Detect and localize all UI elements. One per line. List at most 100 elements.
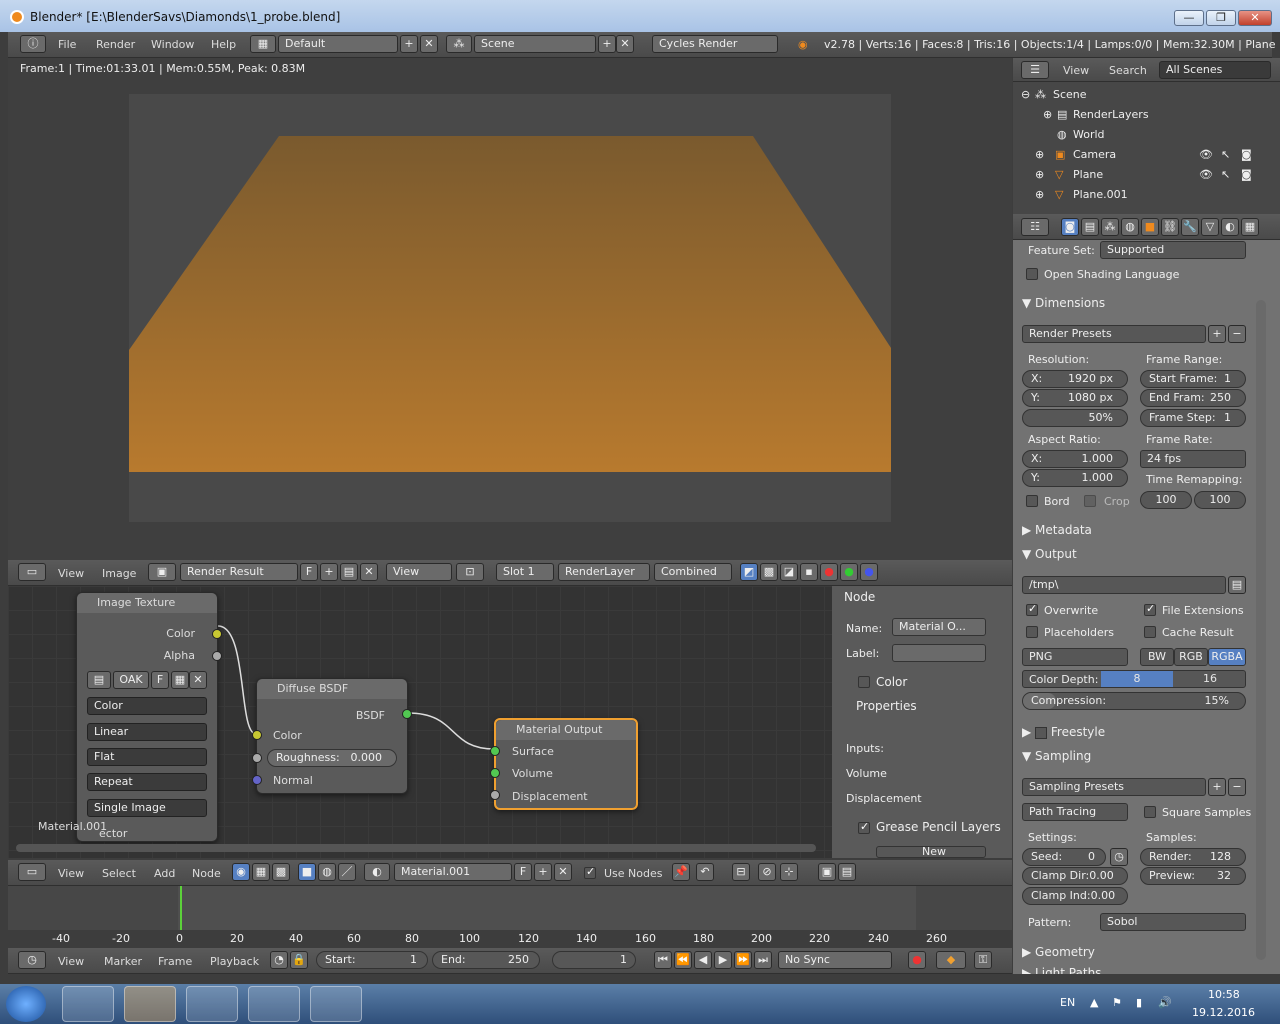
grid-snap-icon[interactable]: ⊹ [780, 863, 798, 881]
preview-range-icon[interactable]: ◔ [270, 951, 288, 969]
blender-taskbar-icon[interactable] [124, 986, 176, 1022]
menu-view[interactable]: View [58, 567, 84, 580]
record-icon[interactable]: ● [908, 951, 926, 969]
osl-checkbox[interactable] [1026, 268, 1038, 280]
action-center-icon[interactable]: ⚑ [1112, 996, 1122, 1009]
select-cursor-icon[interactable]: ↖ [1221, 148, 1230, 161]
clock-date[interactable]: 19.12.2016 [1192, 1006, 1255, 1019]
image-name-field[interactable]: OAK [113, 671, 149, 689]
seed-field[interactable]: Seed: 0 [1022, 848, 1106, 866]
add-sampling-preset-icon[interactable]: + [1208, 778, 1226, 796]
outliner-item-renderlayers[interactable]: RenderLayers [1073, 108, 1149, 121]
view-dropdown[interactable]: View [386, 563, 452, 581]
play-reverse-icon[interactable]: ◀ [694, 951, 712, 969]
jump-start-icon[interactable]: ⏮ [654, 951, 672, 969]
editor-type-properties-icon[interactable]: ☷ [1021, 218, 1049, 236]
jump-keyframe-back-icon[interactable]: ⏪ [674, 951, 692, 969]
close-button[interactable]: ✕ [1238, 10, 1272, 26]
sync-mode-dropdown[interactable]: No Sync [778, 951, 892, 969]
feature-set-dropdown[interactable]: Supported [1100, 241, 1246, 259]
outliner-item-plane001[interactable]: Plane.001 [1073, 188, 1128, 201]
editor-type-node-icon[interactable]: ▭ [18, 863, 46, 881]
menu-render[interactable]: Render [96, 38, 135, 51]
renderlayers-expand-icon[interactable]: ⊕ [1043, 108, 1052, 121]
timeline-menu-frame[interactable]: Frame [158, 955, 192, 968]
world-shader-icon[interactable]: ◍ [318, 863, 336, 881]
remove-layout-icon[interactable]: ✕ [420, 35, 438, 53]
chrome-taskbar-icon[interactable] [186, 986, 238, 1022]
compression-slider[interactable]: Compression: 15% [1022, 692, 1246, 710]
visibility-eye-icon[interactable]: 👁 [1199, 148, 1213, 161]
outliner-item-camera[interactable]: Camera [1073, 148, 1116, 161]
start-button[interactable] [6, 986, 46, 1022]
node-section-header[interactable]: Node [844, 590, 875, 604]
node-menu-view[interactable]: View [58, 867, 84, 880]
image-unlink-icon[interactable]: ✕ [189, 671, 207, 689]
time-remap-old-field[interactable]: 100 [1140, 491, 1192, 509]
render-result-field[interactable]: Render Result [180, 563, 298, 581]
current-frame-field[interactable]: 1 [552, 951, 636, 969]
animated-seed-icon[interactable]: ◷ [1110, 848, 1128, 866]
render-layers-tab-icon[interactable]: ▤ [1081, 218, 1099, 236]
blue-channel-icon[interactable]: ● [860, 563, 878, 581]
resolution-y-field[interactable]: Y: 1080 px [1022, 389, 1128, 407]
source-dropdown[interactable]: Single Image [87, 799, 207, 817]
aspect-y-field[interactable]: Y: 1.000 [1022, 469, 1128, 487]
visibility-eye-icon[interactable]: 👁 [1199, 168, 1213, 181]
node-menu-node[interactable]: Node [192, 867, 221, 880]
remove-sampling-preset-icon[interactable]: − [1228, 778, 1246, 796]
frame-step-field[interactable]: Frame Step: 1 [1140, 409, 1246, 427]
sampling-presets-dropdown[interactable]: Sampling Presets [1022, 778, 1206, 796]
material-browse-icon[interactable]: ◐ [364, 863, 390, 881]
grease-pencil-header[interactable]: Grease Pencil Layers [876, 820, 1001, 834]
use-nodes-checkbox[interactable] [584, 865, 596, 879]
output-panel-header[interactable]: ▼ Output [1022, 547, 1077, 561]
placeholders-checkbox[interactable] [1026, 626, 1038, 638]
plane-expand-icon[interactable]: ⊕ [1035, 168, 1044, 181]
object-shader-icon[interactable]: ■ [298, 863, 316, 881]
geometry-panel-header[interactable]: ▶ Geometry [1022, 945, 1095, 959]
linestyle-shader-icon[interactable]: ／ [338, 863, 356, 881]
draw-color-alpha-icon[interactable]: ◩ [740, 563, 758, 581]
editor-type-outliner-icon[interactable]: ☰ [1021, 61, 1049, 79]
roughness-field[interactable]: Roughness: 0.000 [267, 749, 397, 767]
start-frame-field[interactable]: Start: 1 [316, 951, 428, 969]
node-color-checkbox[interactable] [858, 676, 870, 688]
color-output-socket[interactable] [212, 629, 222, 639]
compositing-nodes-icon[interactable]: ▦ [252, 863, 270, 881]
sampling-panel-header[interactable]: ▼ Sampling [1022, 749, 1091, 763]
language-indicator[interactable]: EN [1060, 996, 1075, 1009]
color-space-dropdown[interactable]: Color [87, 697, 207, 715]
properties-scrollbar[interactable] [1256, 300, 1266, 960]
volume-icon[interactable]: 🔊 [1158, 996, 1172, 1009]
green-channel-icon[interactable]: ● [840, 563, 858, 581]
node-menu-select[interactable]: Select [102, 867, 136, 880]
timeline-menu-playback[interactable]: Playback [210, 955, 259, 968]
freestyle-panel-header[interactable]: ▶ Freestyle [1022, 725, 1105, 739]
grease-new-button[interactable]: New [876, 846, 986, 858]
extension-dropdown[interactable]: Repeat [87, 773, 207, 791]
image-browse-node-icon[interactable]: ▤ [87, 671, 111, 689]
projection-dropdown[interactable]: Flat [87, 748, 207, 766]
outliner-item-plane[interactable]: Plane [1073, 168, 1103, 181]
add-layout-icon[interactable]: + [400, 35, 418, 53]
draw-alpha-icon[interactable]: ▩ [760, 563, 778, 581]
new-image-icon[interactable]: + [320, 563, 338, 581]
network-icon[interactable]: ▮ [1136, 996, 1142, 1009]
explorer-taskbar-icon[interactable] [62, 986, 114, 1022]
slot-dropdown[interactable]: Slot 1 [496, 563, 554, 581]
interpolation-dropdown[interactable]: Linear [87, 723, 207, 741]
timeline-area[interactable]: -40 -20 0 20 40 60 80 100 120 140 160 18… [8, 886, 1012, 948]
file-extensions-checkbox[interactable] [1144, 602, 1156, 616]
pivot-icon[interactable]: ⊡ [456, 563, 484, 581]
pin-icon[interactable]: 📌 [672, 863, 690, 881]
metadata-panel-header[interactable]: ▶ Metadata [1022, 523, 1092, 537]
texture-nodes-icon[interactable]: ▩ [272, 863, 290, 881]
node-color-header[interactable]: Color [876, 675, 907, 689]
render-layer-dropdown[interactable]: RenderLayer [558, 563, 650, 581]
cache-result-checkbox[interactable] [1144, 626, 1156, 638]
render-camera-icon[interactable]: ◙ [1241, 168, 1252, 181]
image-fake-user-button[interactable]: F [151, 671, 169, 689]
render-engine-dropdown[interactable]: Cycles Render [652, 35, 778, 53]
timeline-ruler[interactable]: -40 -20 0 20 40 60 80 100 120 140 160 18… [8, 930, 1012, 948]
